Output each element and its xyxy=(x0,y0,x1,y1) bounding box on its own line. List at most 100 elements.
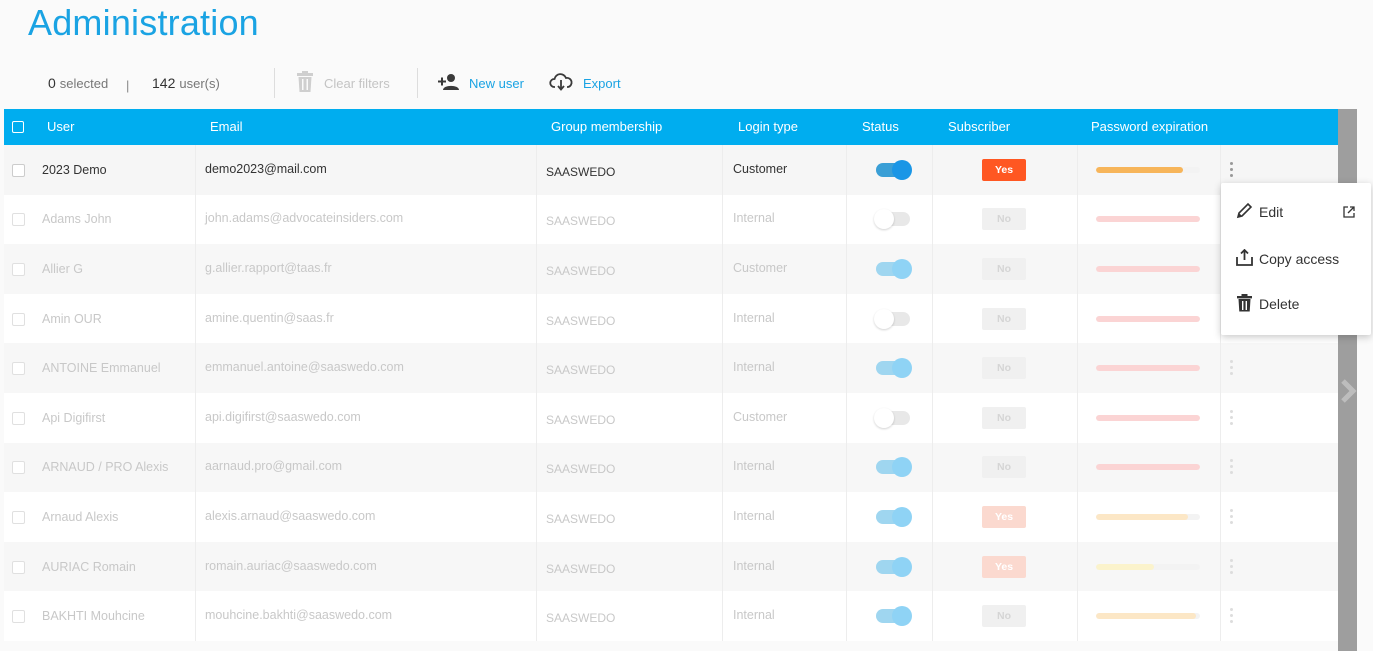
copy-access-menu-item[interactable]: Copy access xyxy=(1221,239,1371,279)
row-checkbox[interactable] xyxy=(12,312,25,326)
kebab-icon[interactable] xyxy=(1230,508,1234,525)
column-password-expiration[interactable]: Password expiration xyxy=(1091,109,1208,145)
user-name-cell: 2023 Demo xyxy=(42,162,107,177)
column-divider xyxy=(1077,293,1078,344)
table-row[interactable]: 2023 Demo demo2023@mail.com SAASWEDO Custom… xyxy=(4,145,1338,195)
table-row[interactable]: ANTOINE Emmanuel emmanuel.antoine@saaswed… xyxy=(4,343,1338,393)
password-expiration-bar xyxy=(1096,315,1200,322)
email-cell: john.adams@advocateinsiders.com xyxy=(205,211,404,226)
new-user-button[interactable]: New user xyxy=(438,62,524,104)
column-divider xyxy=(536,343,537,393)
status-toggle[interactable] xyxy=(876,606,912,627)
kebab-icon[interactable] xyxy=(1230,459,1234,475)
toggle-knob xyxy=(892,159,912,180)
row-checkbox[interactable] xyxy=(12,163,25,177)
toggle-knob xyxy=(892,556,912,577)
table-row[interactable]: Allier G g.allier.rapport@taas.fr SAASWEDO… xyxy=(4,244,1338,294)
row-checkbox[interactable] xyxy=(12,610,25,624)
group-cell: SAASWEDO xyxy=(546,313,616,328)
status-toggle[interactable] xyxy=(876,159,912,180)
column-divider xyxy=(536,492,537,542)
column-divider xyxy=(536,145,537,195)
column-group[interactable]: Group membership xyxy=(551,109,662,145)
column-divider xyxy=(932,442,933,493)
column-divider xyxy=(932,244,933,294)
subscriber-badge: No xyxy=(982,456,1026,479)
column-subscriber[interactable]: Subscriber xyxy=(948,109,1010,145)
count-separator: | xyxy=(126,78,130,93)
table-row[interactable]: AURIAC Romain romain.auriac@saaswedo.com S… xyxy=(4,541,1338,592)
row-checkbox[interactable] xyxy=(12,213,25,227)
user-name-cell: Arnaud Alexis xyxy=(42,509,119,524)
password-expiration-fill xyxy=(1096,265,1200,272)
select-all-checkbox[interactable] xyxy=(12,121,24,133)
column-status[interactable]: Status xyxy=(862,109,899,145)
selected-count-value: 0 xyxy=(48,75,56,91)
copy-access-label: Copy access xyxy=(1259,251,1340,267)
column-divider xyxy=(846,392,847,443)
kebab-icon[interactable] xyxy=(1230,161,1234,178)
user-count-label: user(s) xyxy=(179,75,220,91)
user-name-cell: BAKHTI Mouhcine xyxy=(42,609,145,624)
kebab-icon[interactable] xyxy=(1230,360,1234,376)
status-toggle[interactable] xyxy=(876,506,912,527)
table-row[interactable]: Api Digifirst api.digifirst@saaswedo.com S… xyxy=(4,392,1338,443)
column-divider xyxy=(195,591,196,641)
column-login-type[interactable]: Login type xyxy=(738,109,798,145)
column-email[interactable]: Email xyxy=(210,109,243,145)
kebab-icon[interactable] xyxy=(1230,558,1234,575)
table-row[interactable]: BAKHTI Mouhcine mouhcine.bakhti@saaswedo.… xyxy=(4,591,1338,641)
status-toggle[interactable] xyxy=(876,457,912,478)
chevron-right-icon[interactable] xyxy=(1339,378,1357,409)
delete-menu-item[interactable]: Delete xyxy=(1221,284,1371,324)
row-checkbox[interactable] xyxy=(12,411,25,425)
edit-menu-item[interactable]: Edit xyxy=(1221,192,1371,232)
column-divider xyxy=(722,591,723,641)
table-row[interactable]: Arnaud Alexis alexis.arnaud@saaswedo.com S… xyxy=(4,492,1338,542)
column-divider xyxy=(1220,442,1221,493)
column-divider xyxy=(195,541,196,592)
status-toggle[interactable] xyxy=(876,358,912,379)
row-checkbox[interactable] xyxy=(12,560,25,574)
column-divider xyxy=(195,492,196,542)
status-toggle[interactable] xyxy=(874,209,910,230)
column-divider xyxy=(1077,194,1078,245)
external-link-icon[interactable] xyxy=(1328,205,1361,221)
toggle-knob xyxy=(892,506,912,527)
column-divider xyxy=(195,244,196,294)
clear-filters-button[interactable]: Clear filters xyxy=(296,62,390,104)
selected-count-label: selected xyxy=(59,75,109,91)
selected-count: 0 selected xyxy=(48,62,108,104)
password-expiration-bar xyxy=(1096,613,1200,620)
toolbar-divider xyxy=(274,68,275,98)
email-cell: g.allier.rapport@taas.fr xyxy=(205,260,332,275)
password-expiration-bar xyxy=(1096,166,1200,173)
status-toggle[interactable] xyxy=(874,407,910,428)
table-header: User Email Group membership Login type S… xyxy=(4,109,1338,145)
kebab-icon[interactable] xyxy=(1230,409,1234,426)
group-cell: SAASWEDO xyxy=(546,511,616,526)
email-cell: emmanuel.antoine@saaswedo.com xyxy=(205,360,404,375)
row-checkbox[interactable] xyxy=(12,262,25,276)
subscriber-badge: No xyxy=(982,257,1026,280)
status-toggle[interactable] xyxy=(876,258,912,279)
status-toggle[interactable] xyxy=(874,308,910,329)
kebab-icon[interactable] xyxy=(1230,608,1234,624)
row-checkbox[interactable] xyxy=(12,362,25,376)
table-row[interactable]: Adams John john.adams@advocateinsiders.co… xyxy=(4,194,1338,245)
group-cell: SAASWEDO xyxy=(546,611,616,626)
row-checkbox[interactable] xyxy=(12,461,25,475)
export-button[interactable]: Export xyxy=(549,62,621,104)
column-divider xyxy=(846,194,847,245)
table-row[interactable]: ARNAUD / PRO Alexis aarnaud.pro@gmail.com… xyxy=(4,442,1338,493)
export-label: Export xyxy=(583,75,621,91)
table-row[interactable]: Amin OUR amine.quentin@saas.fr SAASWEDO Int… xyxy=(4,293,1338,344)
column-divider xyxy=(722,194,723,245)
group-cell: SAASWEDO xyxy=(546,263,616,278)
group-cell: SAASWEDO xyxy=(546,214,616,229)
column-user[interactable]: User xyxy=(47,109,74,145)
column-divider xyxy=(195,293,196,344)
status-toggle[interactable] xyxy=(876,556,912,577)
password-expiration-fill xyxy=(1096,166,1184,173)
row-checkbox[interactable] xyxy=(12,510,25,524)
